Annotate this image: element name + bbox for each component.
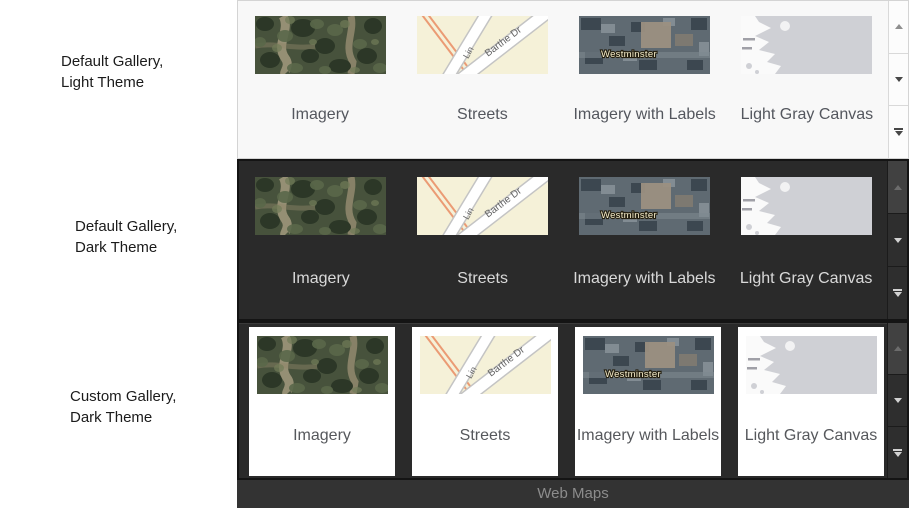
triangle-down-icon xyxy=(894,238,902,243)
gallery-item-label: Streets xyxy=(457,106,508,124)
streets-thumbnail xyxy=(417,177,548,235)
gallery-item-label: Imagery with Labels xyxy=(573,106,715,124)
gallery-scrollbar xyxy=(887,161,907,319)
gallery-expand-button[interactable] xyxy=(888,266,907,319)
gallery-item-imagery-with-labels[interactable]: Imagery with Labels xyxy=(564,1,726,158)
gallery-item-label: Streets xyxy=(460,427,511,445)
annotation-line: Dark Theme xyxy=(70,407,176,428)
scroll-up-button[interactable] xyxy=(888,323,907,374)
gallery-card-imagery-with-labels[interactable]: Imagery with Labels xyxy=(575,327,721,476)
gallery-item-label: Light Gray Canvas xyxy=(740,270,873,288)
gallery-item-label: Light Gray Canvas xyxy=(745,427,878,445)
gallery-item-label: Imagery xyxy=(292,270,350,288)
light-gray-canvas-thumbnail xyxy=(741,177,872,235)
gallery-items: Imagery Streets Imagery with Labels Ligh… xyxy=(240,161,887,319)
gallery-items: Imagery Streets Imagery with Labels Ligh… xyxy=(239,1,888,158)
gallery-item-label: Imagery xyxy=(291,106,349,124)
streets-thumbnail xyxy=(420,336,551,394)
gallery-item-label: Imagery xyxy=(293,427,351,445)
imagery-thumbnail xyxy=(255,16,386,74)
light-gray-canvas-thumbnail xyxy=(741,16,872,74)
scroll-down-button[interactable] xyxy=(889,53,908,106)
gallery-expand-button[interactable] xyxy=(888,426,907,478)
basemap-gallery-dark: Imagery Streets Imagery with Labels Ligh… xyxy=(237,159,909,321)
annotation-line: Default Gallery, xyxy=(75,216,177,237)
annotation-line: Default Gallery, xyxy=(61,51,163,72)
page: Default Gallery, Light Theme Default Gal… xyxy=(0,0,909,508)
gallery-item-light-gray-canvas[interactable]: Light Gray Canvas xyxy=(725,161,887,319)
gallery-item-label: Streets xyxy=(457,270,508,288)
gallery-item-imagery[interactable]: Imagery xyxy=(239,1,401,158)
gallery-item-imagery[interactable]: Imagery xyxy=(240,161,402,319)
annotation-line: Custom Gallery, xyxy=(70,386,176,407)
gallery-scrollbar xyxy=(887,323,907,478)
scroll-down-button[interactable] xyxy=(888,374,907,426)
scroll-up-button[interactable] xyxy=(888,161,907,213)
gallery-item-light-gray-canvas[interactable]: Light Gray Canvas xyxy=(726,1,888,158)
triangle-down-icon xyxy=(894,398,902,403)
gallery-item-label: Imagery with Labels xyxy=(577,427,719,445)
annotation-line: Light Theme xyxy=(61,72,163,93)
gallery-expand-icon xyxy=(893,289,902,297)
basemap-gallery-custom: Imagery Streets Imagery with Labels Ligh… xyxy=(237,321,909,480)
scroll-up-button[interactable] xyxy=(889,1,908,53)
gallery-item-label: Imagery with Labels xyxy=(573,270,715,288)
imagery-with-labels-thumbnail xyxy=(579,16,710,74)
gallery-item-streets[interactable]: Streets xyxy=(401,1,563,158)
light-gray-canvas-thumbnail xyxy=(746,336,877,394)
triangle-up-icon xyxy=(894,346,902,351)
gallery-cards: Imagery Streets Imagery with Labels Ligh… xyxy=(249,327,884,476)
gallery-item-imagery-with-labels[interactable]: Imagery with Labels xyxy=(564,161,726,319)
imagery-with-labels-thumbnail xyxy=(583,336,714,394)
gallery-item-label: Light Gray Canvas xyxy=(741,106,874,124)
gallery-expand-button[interactable] xyxy=(889,105,908,158)
gallery-card-streets[interactable]: Streets xyxy=(412,327,558,476)
triangle-up-icon xyxy=(895,24,903,29)
web-maps-group-label: Web Maps xyxy=(237,480,909,508)
gallery-expand-icon xyxy=(893,449,902,457)
scroll-down-button[interactable] xyxy=(888,213,907,266)
triangle-down-icon xyxy=(895,77,903,82)
imagery-thumbnail xyxy=(255,177,386,235)
gallery-card-imagery[interactable]: Imagery xyxy=(249,327,395,476)
annotation-line: Dark Theme xyxy=(75,237,177,258)
gallery-expand-icon xyxy=(894,128,903,136)
annotation-default-dark: Default Gallery, Dark Theme xyxy=(75,216,177,258)
gallery-item-streets[interactable]: Streets xyxy=(402,161,564,319)
gallery-card-light-gray-canvas[interactable]: Light Gray Canvas xyxy=(738,327,884,476)
imagery-thumbnail xyxy=(257,336,388,394)
annotation-default-light: Default Gallery, Light Theme xyxy=(61,51,163,93)
basemap-gallery-light: Imagery Streets Imagery with Labels Ligh… xyxy=(237,0,909,159)
streets-thumbnail xyxy=(417,16,548,74)
gallery-scrollbar xyxy=(888,1,908,158)
triangle-up-icon xyxy=(894,185,902,190)
imagery-with-labels-thumbnail xyxy=(579,177,710,235)
annotation-custom-dark: Custom Gallery, Dark Theme xyxy=(70,386,176,428)
